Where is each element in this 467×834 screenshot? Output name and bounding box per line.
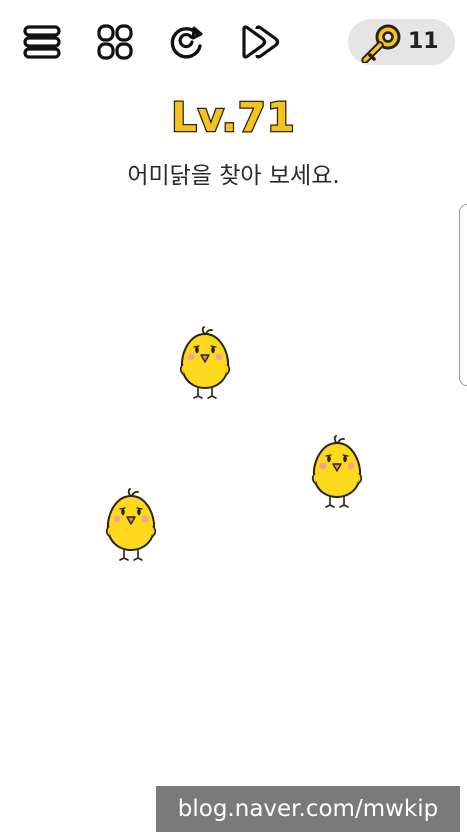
key-counter[interactable]: 11 [348,19,455,65]
level-title: Lv.71 [170,94,296,143]
chick-icon [105,488,157,561]
menu-button[interactable] [20,20,64,64]
levels-grid-icon [97,24,133,60]
watermark: blog.naver.com/mwkip [156,786,460,832]
restart-button[interactable] [165,20,209,64]
question-text: 어미닭을 찾아 보세요. [127,163,340,189]
chick-icon [311,435,363,508]
chick[interactable] [307,435,367,513]
chick[interactable] [175,326,235,404]
side-drawer-handle[interactable] [459,204,467,386]
menu-icon [23,25,61,59]
key-count: 11 [408,29,439,54]
skip-icon [242,25,280,59]
chick-icon [179,326,231,399]
levels-button[interactable] [93,20,137,64]
skip-button[interactable] [238,20,282,64]
chick[interactable] [101,488,161,566]
key-icon [361,24,401,63]
restart-icon [170,26,203,59]
